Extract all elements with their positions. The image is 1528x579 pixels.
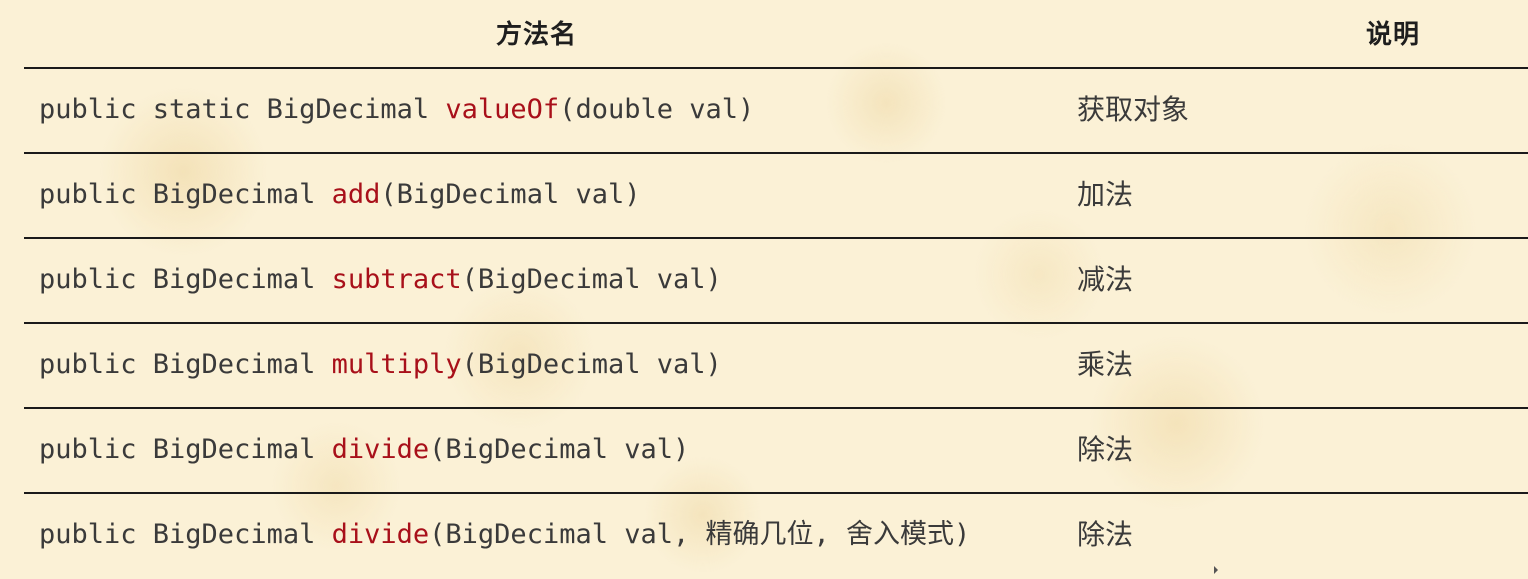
method-signature: public BigDecimal subtract(BigDecimal va… xyxy=(39,263,722,297)
signature-prefix: public BigDecimal xyxy=(39,179,332,210)
method-params: (BigDecimal val) xyxy=(380,179,641,210)
method-params: (BigDecimal val, 精确几位, 舍入模式) xyxy=(429,519,971,550)
table-row: public static BigDecimal valueOf(double … xyxy=(24,69,1528,154)
method-params: (double val) xyxy=(559,94,755,125)
method-name: divide xyxy=(331,434,430,465)
method-description: 获取对象 xyxy=(1077,93,1190,126)
method-name: subtract xyxy=(331,264,462,295)
table-row: public BigDecimal divide(BigDecimal val,… xyxy=(24,494,1528,579)
signature-prefix: public BigDecimal xyxy=(39,264,332,295)
method-description: 加法 xyxy=(1077,178,1134,211)
method-name: add xyxy=(331,179,381,210)
table-row: public BigDecimal add(BigDecimal val) 加法 xyxy=(24,154,1528,239)
signature-prefix: public BigDecimal xyxy=(39,349,332,380)
method-name: valueOf xyxy=(445,94,560,125)
method-signature: public BigDecimal add(BigDecimal val) xyxy=(39,178,640,212)
method-name: divide xyxy=(331,519,430,550)
signature-prefix: public static BigDecimal xyxy=(39,94,446,125)
table-row: public BigDecimal multiply(BigDecimal va… xyxy=(24,324,1528,409)
method-signature: public BigDecimal divide(BigDecimal val,… xyxy=(39,518,970,552)
header-method-name: 方法名 xyxy=(496,20,578,50)
method-description: 减法 xyxy=(1077,263,1134,296)
method-description: 除法 xyxy=(1077,518,1134,551)
table-row: public BigDecimal divide(BigDecimal val)… xyxy=(24,409,1528,494)
method-table: 方法名 说明 public static BigDecimal valueOf(… xyxy=(24,0,1528,572)
method-params: (BigDecimal val) xyxy=(461,349,722,380)
method-description: 除法 xyxy=(1077,433,1134,466)
signature-prefix: public BigDecimal xyxy=(39,434,332,465)
method-description: 乘法 xyxy=(1077,348,1134,381)
table-row: public BigDecimal subtract(BigDecimal va… xyxy=(24,239,1528,324)
method-signature: public static BigDecimal valueOf(double … xyxy=(39,93,754,127)
signature-prefix: public BigDecimal xyxy=(39,519,332,550)
method-signature: public BigDecimal multiply(BigDecimal va… xyxy=(39,348,722,382)
table-header: 方法名 说明 xyxy=(24,0,1528,69)
method-params: (BigDecimal val) xyxy=(429,434,690,465)
method-signature: public BigDecimal divide(BigDecimal val) xyxy=(39,433,689,467)
mouse-cursor-icon xyxy=(1214,566,1218,574)
header-description: 说明 xyxy=(1366,20,1421,50)
method-name: multiply xyxy=(331,349,462,380)
method-params: (BigDecimal val) xyxy=(461,264,722,295)
